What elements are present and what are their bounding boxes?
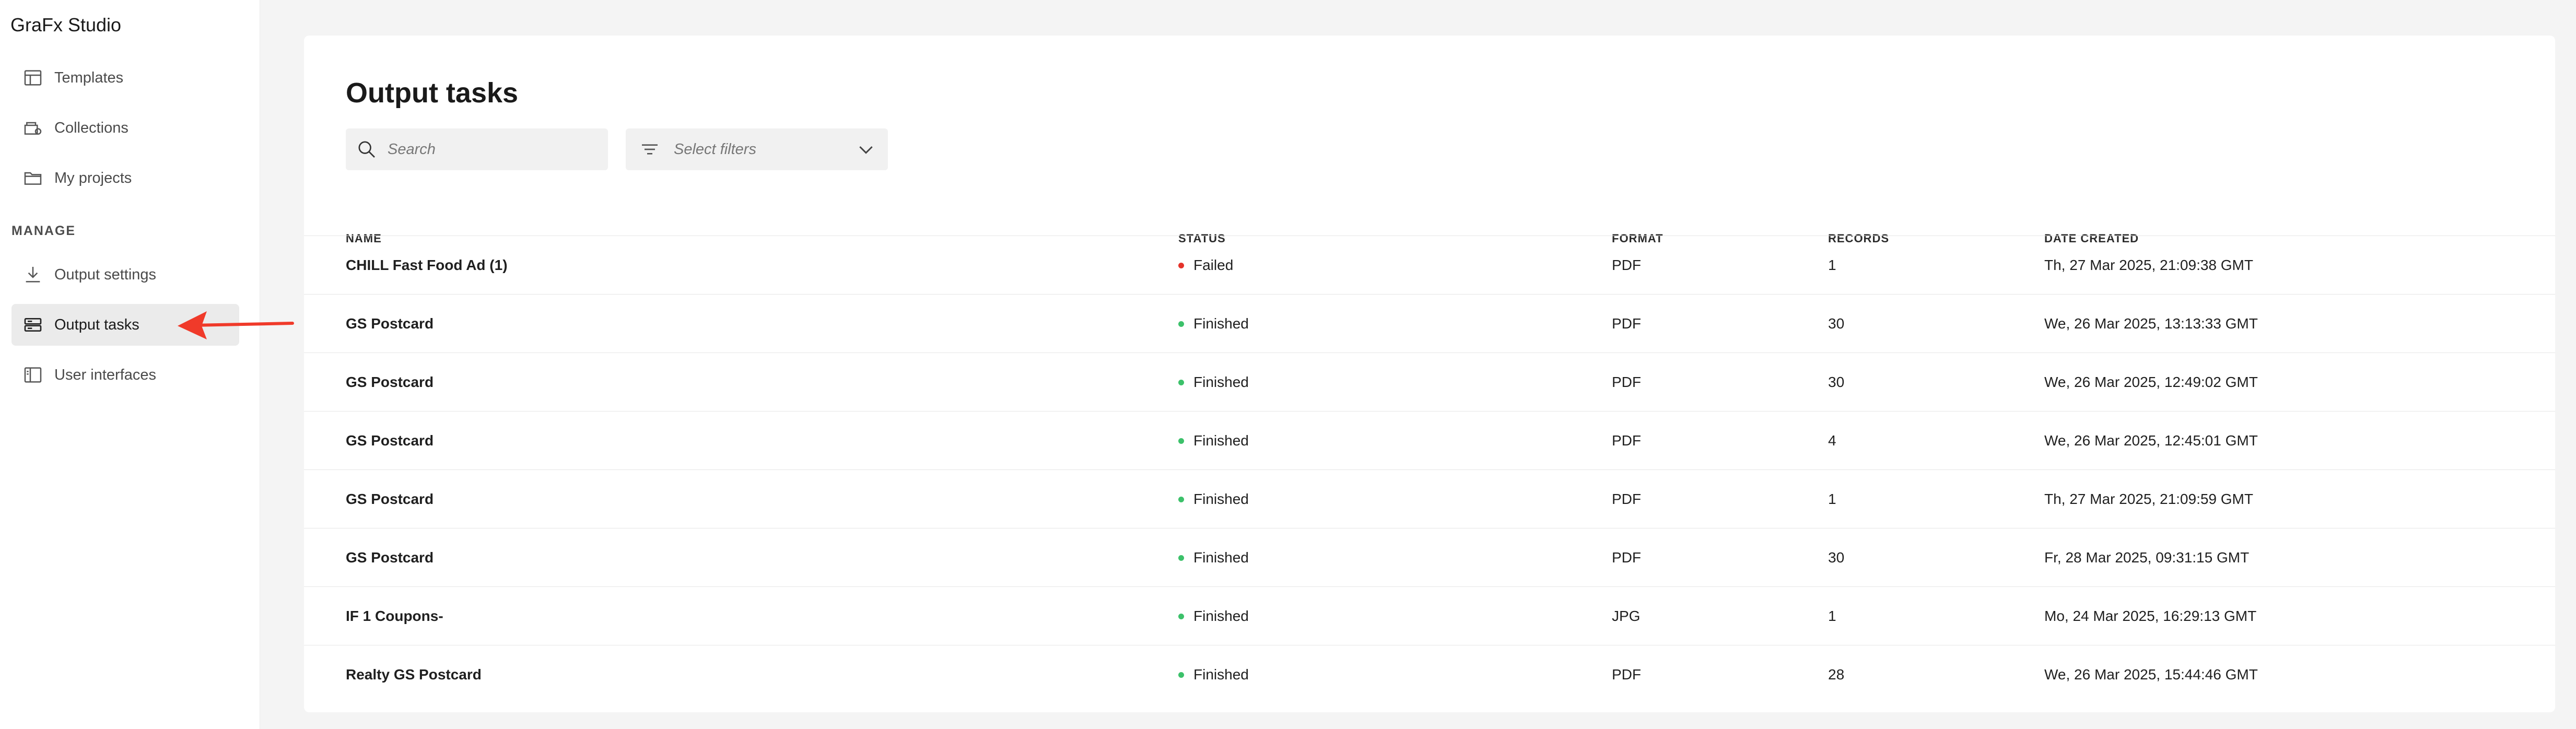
table-row[interactable]: Realty GS Postcard Finished PDF 28 We, 2… <box>304 645 2555 703</box>
row-date-created: Mo, 24 Mar 2025, 16:29:13 GMT <box>2044 608 2257 624</box>
row-format: PDF <box>1612 491 1641 507</box>
output-tasks-panel: Output tasks Select filters NAME STATUS … <box>304 36 2555 712</box>
row-date-created: We, 26 Mar 2025, 12:49:02 GMT <box>2044 374 2258 390</box>
row-name: Realty GS Postcard <box>346 666 482 683</box>
status-dot-icon <box>1178 672 1184 678</box>
templates-icon <box>22 67 44 89</box>
table-row[interactable]: IF 1 Coupons- Finished JPG 1 Mo, 24 Mar … <box>304 586 2555 645</box>
sidebar: GraFx Studio Templates Collections My pr… <box>0 0 260 729</box>
row-records: 1 <box>1828 257 1836 273</box>
row-format: PDF <box>1612 257 1641 273</box>
search-icon <box>358 141 375 158</box>
row-status-label: Finished <box>1193 666 1249 683</box>
row-date-created: Th, 27 Mar 2025, 21:09:59 GMT <box>2044 491 2253 507</box>
row-records: 4 <box>1828 432 1836 449</box>
row-date-created: We, 26 Mar 2025, 13:13:33 GMT <box>2044 315 2258 332</box>
row-name: CHILL Fast Food Ad (1) <box>346 257 508 273</box>
row-status-label: Finished <box>1193 608 1249 624</box>
folder-icon <box>22 167 44 189</box>
row-format: PDF <box>1612 666 1641 683</box>
filter-icon <box>642 144 658 155</box>
chevron-down-icon <box>859 146 873 154</box>
row-date-created: Th, 27 Mar 2025, 21:09:38 GMT <box>2044 257 2253 273</box>
status-dot-icon <box>1178 555 1184 561</box>
app-title: GraFx Studio <box>10 14 122 36</box>
row-status: Failed <box>1178 236 1233 295</box>
table-row[interactable]: GS Postcard Finished PDF 1 Th, 27 Mar 20… <box>304 469 2555 528</box>
search-field[interactable] <box>346 128 608 170</box>
row-status-label: Finished <box>1193 491 1249 507</box>
row-records: 30 <box>1828 315 1845 332</box>
user-interfaces-icon <box>22 364 44 386</box>
row-status: Finished <box>1178 587 1249 645</box>
row-status-label: Finished <box>1193 432 1249 449</box>
search-input[interactable] <box>388 140 586 158</box>
row-format: PDF <box>1612 374 1641 390</box>
row-status: Finished <box>1178 411 1249 470</box>
status-dot-icon <box>1178 438 1184 444</box>
page-title: Output tasks <box>346 77 519 109</box>
row-status: Finished <box>1178 645 1249 704</box>
table-row[interactable]: GS Postcard Finished PDF 30 We, 26 Mar 2… <box>304 294 2555 352</box>
row-name: GS Postcard <box>346 374 434 390</box>
sidebar-item-user-interfaces[interactable]: User interfaces <box>11 354 239 396</box>
row-name: GS Postcard <box>346 432 434 449</box>
row-status-label: Finished <box>1193 315 1249 332</box>
row-format: JPG <box>1612 608 1641 624</box>
sidebar-item-label: Output tasks <box>54 316 139 333</box>
output-tasks-icon <box>22 314 44 336</box>
row-status: Finished <box>1178 470 1249 528</box>
row-status-label: Failed <box>1193 257 1234 273</box>
sidebar-item-collections[interactable]: Collections <box>11 107 239 149</box>
row-date-created: We, 26 Mar 2025, 15:44:46 GMT <box>2044 666 2258 683</box>
annotation-arrow-icon <box>178 311 294 339</box>
filter-placeholder: Select filters <box>674 140 756 158</box>
status-dot-icon <box>1178 262 1184 268</box>
row-records: 1 <box>1828 491 1836 507</box>
sidebar-item-label: User interfaces <box>54 366 157 383</box>
section-label-manage: MANAGE <box>11 224 76 238</box>
row-name: GS Postcard <box>346 549 434 566</box>
row-status: Finished <box>1178 353 1249 411</box>
sidebar-item-output-settings[interactable]: Output settings <box>11 254 239 296</box>
row-name: IF 1 Coupons- <box>346 608 443 624</box>
row-date-created: Fr, 28 Mar 2025, 09:31:15 GMT <box>2044 549 2250 566</box>
status-dot-icon <box>1178 496 1184 502</box>
row-status-label: Finished <box>1193 374 1249 390</box>
row-records: 30 <box>1828 549 1845 566</box>
status-dot-icon <box>1178 613 1184 619</box>
row-records: 1 <box>1828 608 1836 624</box>
table-row[interactable]: GS Postcard Finished PDF 30 We, 26 Mar 2… <box>304 352 2555 411</box>
row-name: GS Postcard <box>346 315 434 332</box>
row-date-created: We, 26 Mar 2025, 12:45:01 GMT <box>2044 432 2258 449</box>
row-status-label: Finished <box>1193 549 1249 566</box>
filter-select[interactable]: Select filters <box>626 128 888 170</box>
row-name: GS Postcard <box>346 491 434 507</box>
row-format: PDF <box>1612 432 1641 449</box>
status-dot-icon <box>1178 321 1184 327</box>
row-status: Finished <box>1178 528 1249 587</box>
row-format: PDF <box>1612 549 1641 566</box>
row-format: PDF <box>1612 315 1641 332</box>
row-status: Finished <box>1178 295 1249 353</box>
table-row[interactable]: CHILL Fast Food Ad (1) Failed PDF 1 Th, … <box>304 236 2555 294</box>
status-dot-icon <box>1178 379 1184 385</box>
table-row[interactable]: GS Postcard Finished PDF 30 Fr, 28 Mar 2… <box>304 528 2555 586</box>
collections-icon <box>22 117 44 139</box>
sidebar-item-my-projects[interactable]: My projects <box>11 157 239 199</box>
table-row[interactable]: GS Postcard Finished PDF 4 We, 26 Mar 20… <box>304 411 2555 469</box>
sidebar-item-label: Collections <box>54 119 128 136</box>
sidebar-item-templates[interactable]: Templates <box>11 57 239 99</box>
download-icon <box>22 264 44 286</box>
row-records: 28 <box>1828 666 1845 683</box>
sidebar-item-label: My projects <box>54 169 132 186</box>
sidebar-item-label: Output settings <box>54 266 157 283</box>
sidebar-item-label: Templates <box>54 69 124 86</box>
row-records: 30 <box>1828 374 1845 390</box>
